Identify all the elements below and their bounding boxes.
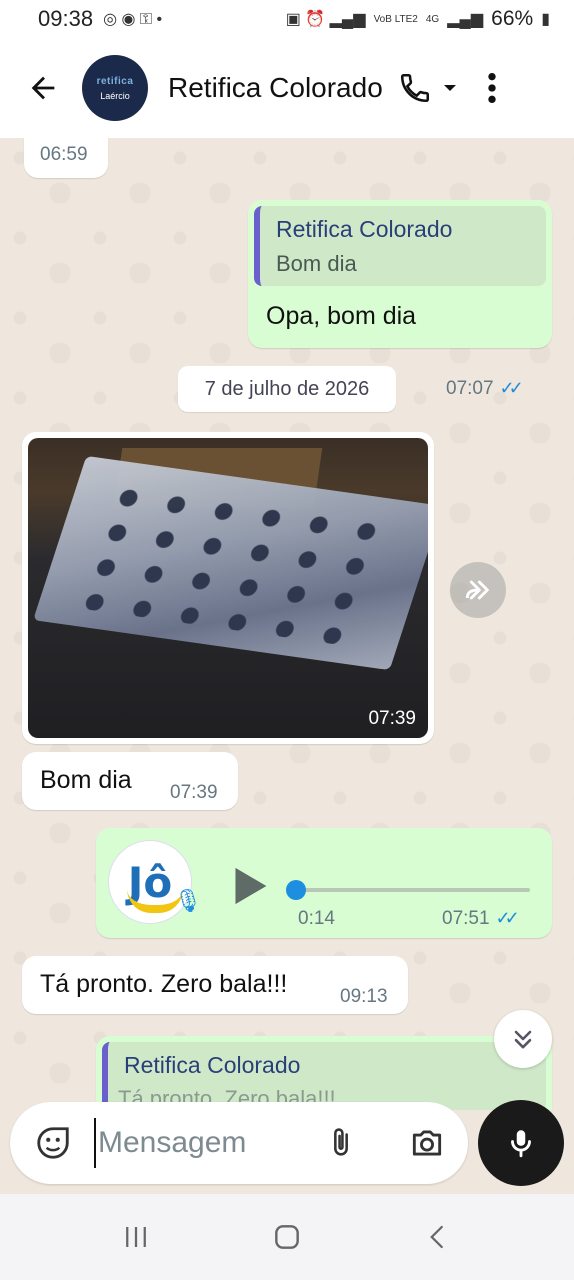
avatar-logo-text: retifica: [96, 75, 134, 87]
message-time: 09:13: [340, 986, 388, 1007]
message-field-container: [10, 1102, 468, 1184]
network-label: 4G: [425, 13, 440, 25]
play-button[interactable]: [230, 866, 270, 906]
system-navigation-bar: [0, 1194, 574, 1280]
chat-area[interactable]: 06:59 Retifica Colorado Bom dia Opa, bom…: [0, 138, 574, 1110]
forward-button[interactable]: [450, 562, 506, 618]
status-left: 09:38 ◎ ◉ ⚿ •: [38, 6, 162, 32]
volte-label: VoB LTE2: [373, 13, 418, 25]
message-time: 07:39: [170, 782, 218, 803]
mic-icon: [511, 1130, 531, 1158]
message-time: 07:07: [446, 378, 494, 399]
image-time: 07:39: [368, 708, 416, 729]
phone-icon: [400, 73, 429, 103]
message-composer: [0, 1096, 574, 1194]
quoted-message[interactable]: Retifica Colorado Bom dia: [254, 206, 546, 286]
photo-thumbnail[interactable]: 07:39: [28, 438, 428, 738]
message-time: 07:51: [442, 908, 490, 929]
back-button[interactable]: [18, 63, 68, 113]
nav-back-button[interactable]: [408, 1207, 468, 1267]
system-icons: ▣ ⏰ ▂▄▆: [285, 11, 366, 28]
camera-icon: [412, 1130, 442, 1156]
avatar-caption: Laércio: [100, 90, 130, 101]
play-icon: [235, 867, 267, 905]
message-meta: 07:51 ✓✓: [442, 908, 520, 930]
date-separator: 7 de julho de 2026: [178, 366, 396, 412]
voice-message[interactable]: Jô 🎙 0:14 07:51 ✓✓: [96, 828, 552, 938]
voice-record-button[interactable]: [478, 1100, 564, 1186]
attach-icon: [334, 1128, 348, 1156]
message-time: 06:59: [40, 144, 88, 165]
home-button[interactable]: [257, 1207, 317, 1267]
recent-apps-icon: [125, 1227, 146, 1247]
battery-percent: 66%: [491, 7, 534, 30]
status-right: ▣ ⏰ ▂▄▆ VoB LTE2 4G ▂▄▆ 66% ▮: [286, 7, 550, 31]
contact-name[interactable]: Retifica Colorado: [168, 72, 383, 104]
quoted-sender: Retifica Colorado: [124, 1052, 301, 1078]
message-bubble-incoming[interactable]: 06:59: [24, 138, 108, 178]
forward-icon: [465, 580, 489, 600]
message-text: Opa, bom dia: [266, 302, 417, 330]
read-ticks-icon: ✓✓: [499, 378, 524, 398]
battery-icon: ▮: [541, 11, 550, 28]
scroll-to-bottom-button[interactable]: [494, 1010, 552, 1068]
more-vertical-icon: [488, 72, 496, 104]
photo-cylinder-head: [33, 455, 428, 671]
call-options-button[interactable]: [437, 68, 463, 108]
sticker-button[interactable]: [32, 1122, 74, 1164]
recent-apps-button[interactable]: [106, 1207, 166, 1267]
mic-icon: 🎙: [174, 888, 202, 913]
attach-button[interactable]: [320, 1122, 362, 1164]
message-bubble-incoming[interactable]: Tá pronto. Zero bala!!! 09:13: [22, 956, 408, 1014]
status-time: 09:38: [38, 6, 94, 31]
message-text: Tá pronto. Zero bala!!!: [40, 970, 288, 998]
quoted-text: Bom dia: [276, 251, 357, 276]
image-message[interactable]: 07:39: [22, 432, 434, 744]
notification-icons: ◎ ◉ ⚿ •: [103, 11, 163, 28]
message-bubble-outgoing[interactable]: Retifica Colorado Bom dia Opa, bom dia 0…: [248, 200, 552, 399]
more-options-button[interactable]: [477, 66, 507, 110]
message-text: Bom dia: [40, 766, 132, 794]
audio-duration: 0:14: [298, 908, 335, 929]
sticker-icon: [37, 1127, 69, 1159]
camera-button[interactable]: [406, 1122, 448, 1164]
nav-back-icon: [430, 1225, 444, 1249]
read-ticks-icon: ✓✓: [495, 908, 520, 928]
quoted-sender: Retifica Colorado: [276, 216, 453, 242]
home-icon: [275, 1225, 299, 1249]
chevron-down-icon: [443, 85, 456, 91]
message-meta: 07:07 ✓✓: [446, 378, 524, 400]
contact-avatar[interactable]: retifica Laércio: [82, 55, 148, 121]
audio-seek-knob[interactable]: [286, 880, 306, 900]
audio-progress-track[interactable]: [296, 888, 530, 892]
chevrons-down-icon: [514, 1030, 532, 1049]
message-input[interactable]: [94, 1118, 304, 1168]
signal-icon: ▂▄▆: [447, 11, 484, 28]
back-arrow-icon: [31, 76, 55, 100]
message-bubble-incoming[interactable]: Bom dia 07:39: [22, 752, 238, 810]
status-bar: 09:38 ◎ ◉ ⚿ • ▣ ⏰ ▂▄▆ VoB LTE2 4G ▂▄▆ 66…: [0, 0, 574, 38]
call-button[interactable]: [393, 66, 437, 110]
chat-header: retifica Laércio Retifica Colorado: [0, 38, 574, 138]
